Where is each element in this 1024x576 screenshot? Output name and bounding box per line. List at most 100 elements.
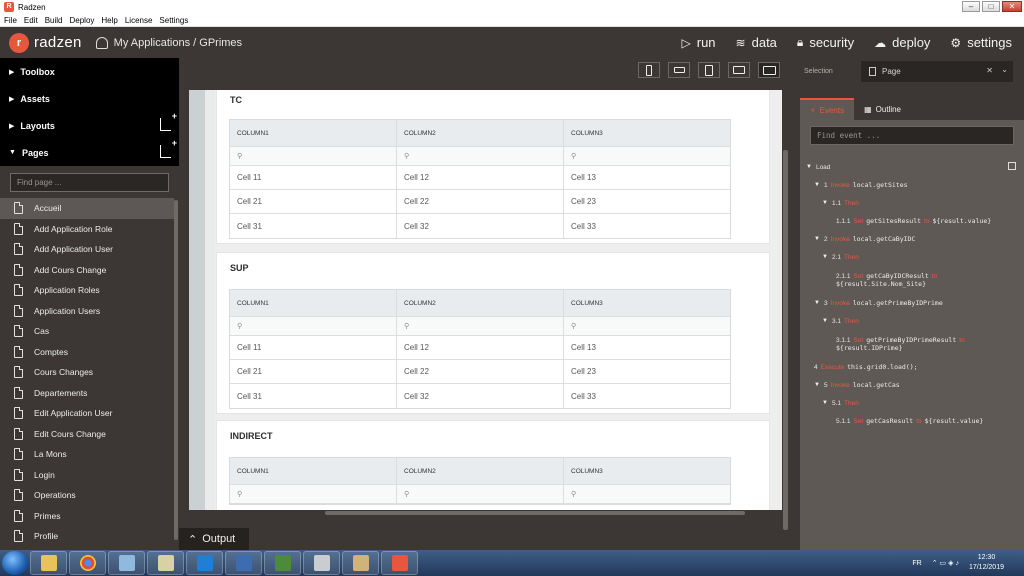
sidebar-page-item[interactable]: La Mons bbox=[0, 444, 174, 465]
event-node[interactable]: ▼ 1.1 Then bbox=[800, 194, 1024, 212]
tablet-portrait-button[interactable] bbox=[698, 62, 720, 78]
column-header[interactable]: COLUMN3 bbox=[564, 290, 730, 316]
column-header[interactable]: COLUMN1 bbox=[230, 120, 397, 146]
taskbar-app9[interactable] bbox=[342, 551, 379, 575]
chevron-down-icon[interactable]: ▼ bbox=[814, 236, 820, 242]
menu-license[interactable]: License bbox=[125, 16, 153, 25]
menu-help[interactable]: Help bbox=[101, 16, 117, 25]
event-node[interactable]: ▼ 3.1 Then bbox=[800, 312, 1024, 330]
settings-button[interactable]: ⚙ settings bbox=[950, 35, 1012, 50]
card-indirect[interactable]: INDIRECT COLUMN1 COLUMN2 COLUMN3 ⚲ ⚲ ⚲ bbox=[216, 420, 770, 510]
chevron-down-icon[interactable]: ▼ bbox=[822, 200, 828, 206]
event-node[interactable]: ▼ 2 Invoke local.getCaByIDC bbox=[800, 230, 1024, 248]
menu-build[interactable]: Build bbox=[45, 16, 63, 25]
sidebar-page-item[interactable]: Edit Application User bbox=[0, 403, 174, 424]
layouts-section[interactable]: ▶ Layouts bbox=[0, 111, 179, 139]
find-page-input[interactable]: Find page ... bbox=[10, 173, 169, 192]
chevron-down-icon[interactable]: ⌄ bbox=[1001, 65, 1008, 74]
minimize-button[interactable]: – bbox=[962, 1, 980, 12]
add-page-icon[interactable] bbox=[160, 138, 177, 158]
sidebar-page-item[interactable]: Add Application Role bbox=[0, 219, 174, 240]
event-node[interactable]: 5.1.1 Set getCasResult to ${result.value} bbox=[800, 412, 1024, 430]
chevron-down-icon[interactable]: ▼ bbox=[814, 182, 820, 188]
sidebar-page-item[interactable]: Add Application User bbox=[0, 239, 174, 260]
event-node[interactable]: ▼ 3 Invoke local.getPrimeByIDPrime bbox=[800, 294, 1024, 312]
column-header[interactable]: COLUMN2 bbox=[397, 458, 564, 484]
tablet-landscape-button[interactable] bbox=[728, 62, 750, 78]
sidebar-page-item[interactable]: Operations bbox=[0, 485, 174, 506]
tab-outline[interactable]: ▦ Outline bbox=[854, 98, 911, 120]
sidebar-page-item[interactable]: Edit Cours Change bbox=[0, 424, 174, 445]
event-node[interactable]: 3.1.1 Set getPrimeByIDPrimeResult to ${resul… bbox=[800, 330, 1024, 358]
sidebar-page-item[interactable]: Application Roles bbox=[0, 280, 174, 301]
sidebar-page-item[interactable]: Departements bbox=[0, 383, 174, 404]
start-button[interactable] bbox=[2, 551, 28, 575]
filter-cell[interactable]: ⚲ bbox=[397, 485, 564, 503]
sidebar-page-item[interactable]: Primes bbox=[0, 506, 174, 527]
phone-landscape-button[interactable] bbox=[668, 62, 690, 78]
taskbar-chrome[interactable] bbox=[69, 551, 106, 575]
phone-portrait-button[interactable] bbox=[638, 62, 660, 78]
taskbar-app7[interactable] bbox=[264, 551, 301, 575]
sidebar-scrollbar[interactable] bbox=[174, 200, 178, 540]
canvas-vertical-scrollbar[interactable] bbox=[783, 150, 788, 530]
close-button[interactable]: ✕ bbox=[1002, 1, 1022, 12]
chevron-down-icon[interactable]: ▼ bbox=[822, 254, 828, 260]
event-node[interactable]: ▼ 2.1 Then bbox=[800, 248, 1024, 266]
chevron-down-icon[interactable]: ▼ bbox=[814, 382, 820, 388]
column-header[interactable]: COLUMN2 bbox=[397, 120, 564, 146]
data-grid[interactable]: COLUMN1 COLUMN2 COLUMN3 ⚲ ⚲ ⚲ Cell 11 Ce… bbox=[229, 289, 731, 409]
card-sup[interactable]: SUP COLUMN1 COLUMN2 COLUMN3 ⚲ ⚲ ⚲ Cell 1… bbox=[216, 252, 770, 414]
taskbar-app4[interactable] bbox=[147, 551, 184, 575]
sidebar-page-item[interactable]: Cours Changes bbox=[0, 362, 174, 383]
menu-file[interactable]: File bbox=[4, 16, 17, 25]
toolbox-section[interactable]: ▶ Toolbox bbox=[0, 58, 179, 85]
data-grid[interactable]: COLUMN1 COLUMN2 COLUMN3 ⚲ ⚲ ⚲ Cell 11 Ce… bbox=[229, 119, 731, 239]
taskbar-app8[interactable] bbox=[303, 551, 340, 575]
column-header[interactable]: COLUMN1 bbox=[230, 458, 397, 484]
taskbar-radzen[interactable] bbox=[381, 551, 418, 575]
event-root[interactable]: ▼ Load bbox=[800, 158, 1024, 176]
desktop-button[interactable] bbox=[758, 62, 780, 78]
language-indicator[interactable]: FR bbox=[912, 560, 921, 567]
breadcrumb-text[interactable]: My Applications / GPrimes bbox=[114, 37, 242, 49]
table-row[interactable]: Cell 11 Cell 12 Cell 13 bbox=[230, 166, 730, 190]
assets-section[interactable]: ▶ Assets bbox=[0, 85, 179, 112]
data-button[interactable]: ≋ data bbox=[736, 35, 777, 50]
filter-cell[interactable]: ⚲ bbox=[397, 147, 564, 165]
table-row[interactable]: Cell 21 Cell 22 Cell 23 bbox=[230, 360, 730, 384]
menu-edit[interactable]: Edit bbox=[24, 16, 38, 25]
filter-cell[interactable]: ⚲ bbox=[230, 147, 397, 165]
filter-cell[interactable]: ⚲ bbox=[230, 485, 397, 503]
chevron-down-icon[interactable]: ▼ bbox=[822, 318, 828, 324]
filter-cell[interactable]: ⚲ bbox=[564, 485, 730, 503]
sidebar-page-item[interactable]: Profile bbox=[0, 526, 174, 547]
canvas-horizontal-scrollbar[interactable] bbox=[325, 511, 745, 515]
event-node[interactable]: ▼ 1 Invoke local.getSites bbox=[800, 176, 1024, 194]
table-row[interactable]: Cell 21 Cell 22 Cell 23 bbox=[230, 190, 730, 214]
deploy-button[interactable]: ☁ deploy bbox=[874, 35, 930, 50]
sidebar-page-item[interactable]: Accueil bbox=[0, 198, 174, 219]
maximize-button[interactable]: □ bbox=[982, 1, 1000, 12]
event-node[interactable]: ▼ 5 Invoke local.getCas bbox=[800, 376, 1024, 394]
chevron-down-icon[interactable]: ▼ bbox=[814, 300, 820, 306]
radzen-logo[interactable]: r radzen bbox=[9, 32, 82, 53]
tray-icons[interactable]: ⌃ ▭ ◈ ♪ bbox=[932, 559, 959, 567]
table-row[interactable]: Cell 11 Cell 12 Cell 13 bbox=[230, 336, 730, 360]
event-node[interactable]: 2.1.1 Set getCaByIDCResult to ${result.Site.… bbox=[800, 266, 1024, 294]
sidebar-page-item[interactable]: Login bbox=[0, 465, 174, 486]
column-header[interactable]: COLUMN1 bbox=[230, 290, 397, 316]
chevron-down-icon[interactable]: ▼ bbox=[822, 400, 828, 406]
find-event-input[interactable]: Find event ... bbox=[810, 126, 1014, 145]
filter-cell[interactable]: ⚲ bbox=[397, 317, 564, 335]
filter-cell[interactable]: ⚲ bbox=[564, 147, 730, 165]
pages-section[interactable]: ▼ Pages bbox=[0, 138, 179, 166]
table-row[interactable]: Cell 31 Cell 32 Cell 33 bbox=[230, 214, 730, 238]
column-header[interactable]: COLUMN3 bbox=[564, 120, 730, 146]
event-node[interactable]: ▼ 5.1 Then bbox=[800, 394, 1024, 412]
filter-cell[interactable]: ⚲ bbox=[230, 317, 397, 335]
taskbar-app3[interactable] bbox=[108, 551, 145, 575]
page-canvas[interactable]: TC COLUMN1 COLUMN2 COLUMN3 ⚲ ⚲ ⚲ Cell 11… bbox=[189, 90, 782, 510]
column-header[interactable]: COLUMN3 bbox=[564, 458, 730, 484]
table-row[interactable]: Cell 31 Cell 32 Cell 33 bbox=[230, 384, 730, 408]
